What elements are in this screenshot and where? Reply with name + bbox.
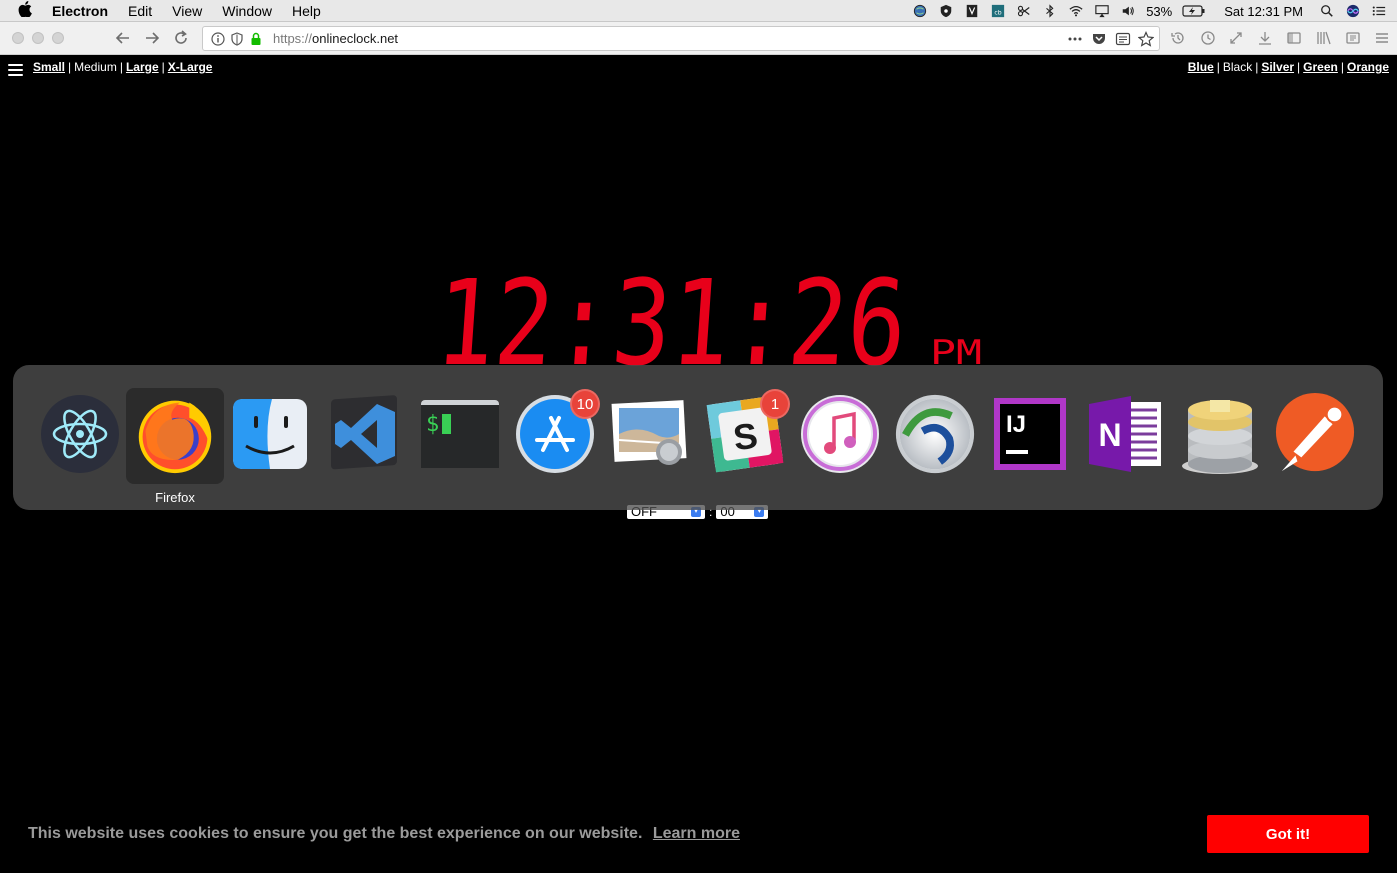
- menubar-clock[interactable]: Sat 12:31 PM: [1224, 4, 1303, 19]
- postman-icon[interactable]: [1274, 393, 1356, 475]
- vscode-icon[interactable]: [324, 393, 406, 475]
- sidebar-toggle-icon[interactable]: [1284, 28, 1304, 48]
- screenshot-expand-icon[interactable]: [1226, 28, 1246, 48]
- browser-toolbar: https://onlineclock.net: [0, 22, 1397, 55]
- svg-text:IJ: IJ: [1006, 411, 1026, 438]
- reader-view-icon[interactable]: [1115, 31, 1131, 47]
- status-area: cb 53% Sat 12:31 PM: [912, 0, 1387, 22]
- cb-status-icon[interactable]: cb: [990, 4, 1006, 18]
- pocket-icon[interactable]: [1091, 31, 1107, 47]
- digital-clock: 12:31:26 PM: [440, 269, 982, 369]
- size-link-large[interactable]: Large: [126, 60, 159, 74]
- sequel-pro-icon[interactable]: [1179, 393, 1261, 475]
- svg-text:N: N: [1098, 417, 1121, 453]
- cookie-banner: This website uses cookies to ensure you …: [0, 810, 1397, 873]
- size-link-small[interactable]: Small: [33, 60, 65, 74]
- got-it-button[interactable]: Got it!: [1207, 815, 1369, 853]
- cisco-anyconnect-icon[interactable]: [894, 393, 976, 475]
- globe-status-icon[interactable]: [912, 4, 928, 18]
- tracking-shield-icon[interactable]: [229, 31, 245, 47]
- slack-badge: 1: [760, 389, 790, 419]
- color-link-black: Black: [1222, 60, 1253, 74]
- secure-lock-icon[interactable]: [248, 31, 264, 47]
- battery-charging-icon[interactable]: [1182, 4, 1206, 18]
- onenote-icon[interactable]: N: [1084, 393, 1166, 475]
- bluetooth-status-icon[interactable]: [1042, 4, 1058, 18]
- history-icon[interactable]: [1168, 28, 1188, 48]
- page-actions-icon[interactable]: [1067, 31, 1083, 47]
- cookie-message: This website uses cookies to ensure you …: [28, 825, 740, 843]
- library-icon[interactable]: [1314, 28, 1334, 48]
- notification-center-icon[interactable]: [1371, 4, 1387, 18]
- learn-more-link[interactable]: Learn more: [653, 825, 740, 842]
- color-links: Blue | Black | Silver | Green | Orange: [1187, 60, 1389, 74]
- menu-edit[interactable]: Edit: [128, 3, 152, 19]
- color-link-blue[interactable]: Blue: [1188, 60, 1214, 74]
- macos-menubar: Electron Edit View Window Help cb 53% Sa…: [0, 0, 1397, 22]
- clock-ampm: PM: [930, 333, 982, 369]
- volume-status-icon[interactable]: [1120, 4, 1136, 18]
- window-close-button[interactable]: [12, 32, 24, 44]
- back-button[interactable]: [113, 28, 133, 48]
- terminal-icon[interactable]: $: [419, 393, 501, 475]
- svg-text:$: $: [426, 412, 439, 437]
- color-link-orange[interactable]: Orange: [1347, 60, 1389, 74]
- menu-icon[interactable]: [1372, 28, 1392, 48]
- clock-digits: 12:31:26: [440, 269, 911, 369]
- wifi-status-icon[interactable]: [1068, 4, 1084, 18]
- hamburger-menu-icon[interactable]: [8, 64, 23, 76]
- menu-view[interactable]: View: [172, 3, 202, 19]
- apple-menu-icon[interactable]: [18, 0, 36, 21]
- color-link-green[interactable]: Green: [1303, 60, 1338, 74]
- bookmark-star-icon[interactable]: [1138, 31, 1154, 47]
- siri-icon[interactable]: [1345, 4, 1361, 18]
- window-minimize-button[interactable]: [32, 32, 44, 44]
- reload-button[interactable]: [171, 28, 191, 48]
- finder-icon[interactable]: [229, 393, 311, 475]
- slack-icon[interactable]: S 1: [704, 389, 790, 475]
- clock-icon[interactable]: [1198, 28, 1218, 48]
- firefox-icon[interactable]: [134, 393, 216, 475]
- menu-help[interactable]: Help: [292, 3, 321, 19]
- window-zoom-button[interactable]: [52, 32, 64, 44]
- selected-app-label: Firefox: [155, 490, 195, 505]
- size-links: Small | Medium | Large | X-Large: [33, 60, 213, 74]
- itunes-icon[interactable]: [799, 393, 881, 475]
- app-store-badge: 10: [570, 389, 600, 419]
- app-store-icon[interactable]: 10: [514, 389, 600, 475]
- size-link-xlarge[interactable]: X-Large: [168, 60, 213, 74]
- electron-icon[interactable]: [39, 393, 121, 475]
- app-menu-electron[interactable]: Electron: [52, 3, 108, 19]
- scissors-status-icon[interactable]: [1016, 4, 1032, 18]
- info-icon[interactable]: [210, 31, 226, 47]
- svg-text:cb: cb: [995, 10, 1002, 17]
- color-link-silver[interactable]: Silver: [1261, 60, 1294, 74]
- app-switcher: $ 10 S 1 IJ N Firefox: [13, 365, 1383, 510]
- url-text[interactable]: https://onlineclock.net: [273, 31, 398, 46]
- menu-window[interactable]: Window: [222, 3, 272, 19]
- size-link-medium: Medium: [74, 60, 117, 74]
- url-bar[interactable]: https://onlineclock.net: [202, 26, 1160, 51]
- preview-icon[interactable]: [609, 393, 691, 475]
- spotlight-search-icon[interactable]: [1319, 4, 1335, 18]
- battery-percent: 53%: [1146, 3, 1173, 19]
- bookmark-status-icon[interactable]: [964, 4, 980, 18]
- synced-tabs-icon[interactable]: [1343, 28, 1363, 48]
- intellij-icon[interactable]: IJ: [989, 393, 1071, 475]
- forward-button[interactable]: [142, 28, 162, 48]
- downloads-icon[interactable]: [1255, 28, 1275, 48]
- cookie-message-text: This website uses cookies to ensure you …: [28, 825, 643, 842]
- airplay-status-icon[interactable]: [1094, 4, 1110, 18]
- shield-status-icon[interactable]: [938, 4, 954, 18]
